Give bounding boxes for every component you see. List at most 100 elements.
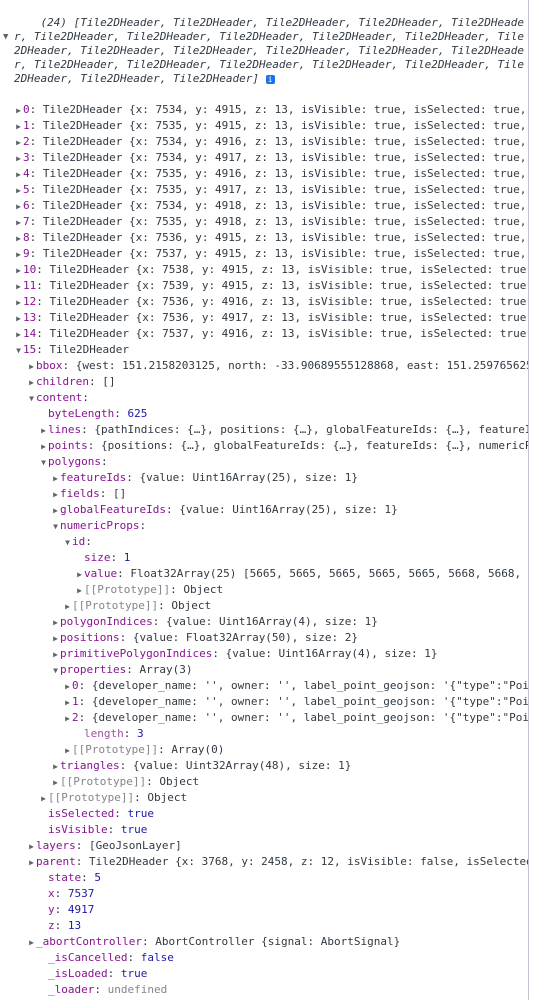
collapse-arrow-icon[interactable]: ▼ xyxy=(14,343,23,358)
array-summary[interactable]: ▼ (24) [Tile2DHeader, Tile2DHeader, Tile2… xyxy=(0,0,528,100)
expand-arrow-icon[interactable]: ▶ xyxy=(51,759,60,774)
expand-arrow-icon[interactable]: ▶ xyxy=(14,279,23,294)
expand-arrow-icon[interactable]: ▶ xyxy=(27,935,36,950)
property-value: 5 xyxy=(94,871,101,884)
tree-row[interactable]: ▶ 2: Tile2DHeader {x: 7534, y: 4916, z: 1… xyxy=(0,134,528,150)
tree-row[interactable]: ▶ 2: {developer_name: '', owner: '', labe… xyxy=(0,710,528,726)
expand-arrow-icon[interactable]: ▼ xyxy=(3,30,8,44)
expand-arrow-icon[interactable]: ▶ xyxy=(51,775,60,790)
tree-row[interactable]: ▶ 10: Tile2DHeader {x: 7538, y: 4915, z: … xyxy=(0,262,528,278)
tree-row[interactable]: ▶ [[Prototype]]: Object xyxy=(0,582,528,598)
tree-row[interactable]: ▶ 3: Tile2DHeader {x: 7534, y: 4917, z: 1… xyxy=(0,150,528,166)
expand-arrow-icon[interactable]: ▶ xyxy=(63,695,72,710)
tree-row[interactable]: ▶ [[Prototype]]: Object xyxy=(0,774,528,790)
tree-row[interactable]: ▶ 6: Tile2DHeader {x: 7534, y: 4918, z: 1… xyxy=(0,198,528,214)
tree-row[interactable]: ▶ 8: Tile2DHeader {x: 7536, y: 4915, z: 1… xyxy=(0,230,528,246)
tree-row[interactable]: ▶ 14: Tile2DHeader {x: 7537, y: 4916, z: … xyxy=(0,326,528,342)
expand-arrow-icon[interactable]: ▶ xyxy=(14,295,23,310)
expand-arrow-icon[interactable]: ▶ xyxy=(14,183,23,198)
expand-arrow-icon[interactable]: ▶ xyxy=(63,599,72,614)
property-key: _abortController xyxy=(36,935,142,948)
expand-arrow-icon[interactable]: ▶ xyxy=(39,791,48,806)
tree-row[interactable]: ▶ _abortController: AbortController {sign… xyxy=(0,934,528,950)
tree-row[interactable]: ▶ triangles: {value: Uint32Array(48), siz… xyxy=(0,758,528,774)
collapse-arrow-icon[interactable]: ▼ xyxy=(51,519,60,534)
tree-row[interactable]: ▶ polygonIndices: {value: Uint16Array(4),… xyxy=(0,614,528,630)
tree-row[interactable]: ▶ 9: Tile2DHeader {x: 7537, y: 4915, z: 1… xyxy=(0,246,528,262)
tree-row[interactable]: ▶ 13: Tile2DHeader {x: 7536, y: 4917, z: … xyxy=(0,310,528,326)
tree-row[interactable]: ▼ polygons: xyxy=(0,454,528,470)
tree-row[interactable]: ▶ points: {positions: {…}, globalFeatureI… xyxy=(0,438,528,454)
expand-arrow-icon[interactable]: ▶ xyxy=(51,503,60,518)
collapse-arrow-icon[interactable]: ▼ xyxy=(51,663,60,678)
expand-arrow-icon[interactable]: ▶ xyxy=(14,167,23,182)
tree-row[interactable]: ▶ featureIds: {value: Uint16Array(25), si… xyxy=(0,470,528,486)
expand-arrow-icon[interactable]: ▶ xyxy=(27,359,36,374)
expand-arrow-icon[interactable]: ▶ xyxy=(14,263,23,278)
tree-row[interactable]: ▶ 0: Tile2DHeader {x: 7534, y: 4915, z: 1… xyxy=(0,102,528,118)
key-separator: : xyxy=(78,711,92,724)
tree-row[interactable]: ▶ lines: {pathIndices: {…}, positions: {…… xyxy=(0,422,528,438)
tree-row[interactable]: ▶ 7: Tile2DHeader {x: 7535, y: 4918, z: 1… xyxy=(0,214,528,230)
expand-arrow-icon[interactable]: ▶ xyxy=(27,375,36,390)
expand-arrow-icon[interactable]: ▶ xyxy=(14,135,23,150)
tree-row[interactable]: ▶ layers: [GeoJsonLayer] xyxy=(0,838,528,854)
tree-row[interactable]: ▶ [[Prototype]]: Array(0) xyxy=(0,742,528,758)
tree-row[interactable]: ▶ 1: Tile2DHeader {x: 7535, y: 4915, z: 1… xyxy=(0,118,528,134)
tree-row[interactable]: ▶ 11: Tile2DHeader {x: 7539, y: 4915, z: … xyxy=(0,278,528,294)
property-value: AbortController {signal: AbortSignal} xyxy=(155,935,401,948)
expand-arrow-icon[interactable]: ▶ xyxy=(27,855,36,870)
expand-arrow-icon[interactable]: ▶ xyxy=(63,679,72,694)
tree-row[interactable]: ▼ id: xyxy=(0,534,528,550)
tree-row[interactable]: ▶ 4: Tile2DHeader {x: 7535, y: 4916, z: 1… xyxy=(0,166,528,182)
property-key: 15 xyxy=(23,343,37,356)
tree-row[interactable]: ▶ primitivePolygonIndices: {value: Uint16… xyxy=(0,646,528,662)
expand-arrow-icon[interactable]: ▶ xyxy=(27,839,36,854)
expand-arrow-icon[interactable]: ▶ xyxy=(63,711,72,726)
expand-arrow-icon[interactable]: ▶ xyxy=(39,423,48,438)
tree-row[interactable]: ▶ parent: Tile2DHeader {x: 3768, y: 2458,… xyxy=(0,854,528,870)
tree-row[interactable]: ▶ [[Prototype]]: Object xyxy=(0,598,528,614)
expand-arrow-icon[interactable]: ▶ xyxy=(63,743,72,758)
tree-row[interactable]: ▶ bbox: {west: 151.2158203125, north: -33… xyxy=(0,358,528,374)
tree-row[interactable]: ▼ content: xyxy=(0,390,528,406)
expand-arrow-icon[interactable]: ▶ xyxy=(51,647,60,662)
expand-arrow-icon[interactable]: ▶ xyxy=(75,567,84,582)
tree-row[interactable]: ▶ 12: Tile2DHeader {x: 7536, y: 4916, z: … xyxy=(0,294,528,310)
property-value: false xyxy=(140,951,174,964)
tree-row[interactable]: ▶ 5: Tile2DHeader {x: 7535, y: 4917, z: 1… xyxy=(0,182,528,198)
tree-row[interactable]: ▼ properties: Array(3) xyxy=(0,662,528,678)
expand-arrow-icon[interactable]: ▶ xyxy=(14,231,23,246)
expand-arrow-icon[interactable]: ▶ xyxy=(75,583,84,598)
expand-arrow-icon[interactable]: ▶ xyxy=(14,151,23,166)
tree-row[interactable]: ▶ positions: {value: Float32Array(50), si… xyxy=(0,630,528,646)
tree-row[interactable]: ▶ fields: [] xyxy=(0,486,528,502)
expand-arrow-icon[interactable]: ▶ xyxy=(51,487,60,502)
expand-arrow-icon[interactable]: ▶ xyxy=(14,215,23,230)
expand-arrow-icon[interactable]: ▶ xyxy=(14,103,23,118)
expand-arrow-icon[interactable]: ▶ xyxy=(14,199,23,214)
property-value: Tile2DHeader {x: 7534, y: 4917, z: 13, i… xyxy=(42,151,528,164)
expand-arrow-icon[interactable]: ▶ xyxy=(51,615,60,630)
tree-row[interactable]: ▶ globalFeatureIds: {value: Uint16Array(2… xyxy=(0,502,528,518)
expand-arrow-icon[interactable]: ▶ xyxy=(14,327,23,342)
expand-arrow-icon[interactable]: ▶ xyxy=(39,439,48,454)
tree-row[interactable]: ▼ 15: Tile2DHeader xyxy=(0,342,528,358)
tree-row[interactable]: ▶ [[Prototype]]: Object xyxy=(0,790,528,806)
tree-row[interactable]: ▼ numericProps: xyxy=(0,518,528,534)
collapse-arrow-icon[interactable]: ▼ xyxy=(63,535,72,550)
expand-arrow-icon[interactable]: ▶ xyxy=(51,631,60,646)
expand-arrow-icon[interactable]: ▶ xyxy=(14,311,23,326)
collapse-arrow-icon[interactable]: ▼ xyxy=(39,455,48,470)
tree-row[interactable]: ▶ value: Float32Array(25) [5665, 5665, 56… xyxy=(0,566,528,582)
key-separator: : xyxy=(141,935,156,948)
tree-row[interactable]: ▶ 0: {developer_name: '', owner: '', labe… xyxy=(0,678,528,694)
tree-row[interactable]: ▶ 1: {developer_name: '', owner: '', labe… xyxy=(0,694,528,710)
expand-arrow-icon[interactable]: ▶ xyxy=(51,471,60,486)
info-icon[interactable]: i xyxy=(265,74,275,84)
expand-arrow-icon[interactable]: ▶ xyxy=(14,247,23,262)
key-separator: : xyxy=(82,391,89,404)
tree-row[interactable]: ▶ children: [] xyxy=(0,374,528,390)
collapse-arrow-icon[interactable]: ▼ xyxy=(27,391,36,406)
expand-arrow-icon[interactable]: ▶ xyxy=(14,119,23,134)
